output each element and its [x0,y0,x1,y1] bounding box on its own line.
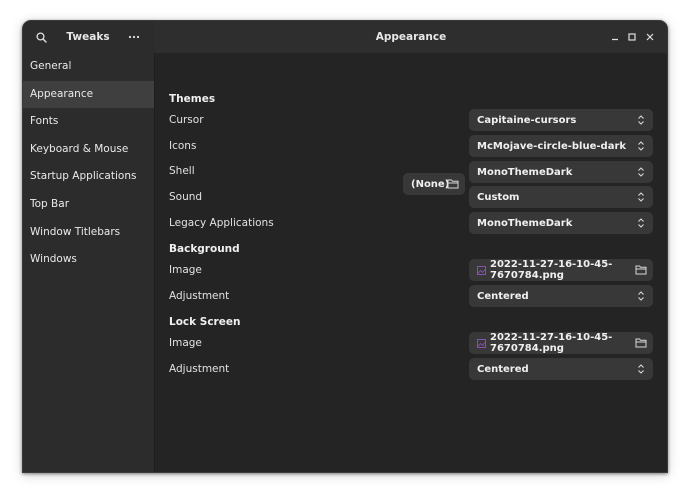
sidebar: General Appearance Fonts Keyboard & Mous… [23,53,155,472]
minimize-icon [612,38,618,41]
icons-label: Icons [169,140,197,152]
shell-value: MonoThemeDark [477,166,573,178]
maximize-icon [628,33,636,41]
chevron-up-down-icon [638,192,644,202]
lock-screen-adjustment-value: Centered [477,363,529,375]
folder-icon [635,338,647,348]
close-button[interactable] [639,26,661,48]
sidebar-item-top-bar[interactable]: Top Bar [23,191,154,219]
search-icon [35,31,47,43]
themes-section-title: Themes [169,93,216,105]
chevron-up-down-icon [638,115,644,125]
tweaks-window: Tweaks Appearance General Appearance Fon… [22,20,668,473]
chevron-up-down-icon [638,141,644,151]
cursor-label: Cursor [169,114,204,126]
shell-extension-value: (None) [411,178,450,190]
chevron-up-down-icon [638,167,644,177]
shell-extension-file-button[interactable]: (None) [403,173,465,195]
sidebar-item-windows[interactable]: Windows [23,246,154,274]
lock-screen-image-value: 2022-11-27-16-10-45-7670784.png [490,332,613,354]
shell-combo[interactable]: MonoThemeDark [469,161,653,183]
image-file-icon [477,338,486,348]
app-title: Tweaks [66,31,110,43]
chevron-up-down-icon [638,364,644,374]
sidebar-item-startup-applications[interactable]: Startup Applications [23,163,154,191]
cursor-combo[interactable]: Capitaine-cursors [469,109,653,131]
close-icon [646,33,654,41]
sidebar-item-fonts[interactable]: Fonts [23,108,154,136]
headerbar: Tweaks Appearance [23,21,667,53]
main-menu-button[interactable] [123,26,145,48]
lock-screen-image-label: Image [169,337,202,349]
cursor-value: Capitaine-cursors [477,114,577,126]
page-title: Appearance [375,31,447,43]
legacy-applications-value: MonoThemeDark [477,217,573,229]
sidebar-item-keyboard-mouse[interactable]: Keyboard & Mouse [23,136,154,164]
chevron-up-down-icon [638,218,644,228]
sound-label: Sound [169,191,203,203]
folder-icon [635,265,647,275]
sound-value: Custom [477,191,520,203]
icons-combo[interactable]: McMojave-circle-blue-dark [469,135,653,157]
sidebar-item-general[interactable]: General [23,53,154,81]
legacy-applications-combo[interactable]: MonoThemeDark [469,212,653,234]
sound-combo[interactable]: Custom [469,186,653,208]
chevron-up-down-icon [638,291,644,301]
background-image-value: 2022-11-27-16-10-45-7670784.png [490,259,613,281]
sidebar-item-window-titlebars[interactable]: Window Titlebars [23,219,154,247]
background-image-label: Image [169,264,202,276]
shell-label: Shell [169,165,195,177]
background-adjustment-value: Centered [477,290,529,302]
sidebar-item-appearance[interactable]: Appearance [23,80,154,109]
image-file-icon [477,265,486,275]
more-horizontal-icon [128,35,140,39]
search-button[interactable] [30,26,52,48]
lock-screen-section-title: Lock Screen [169,316,241,328]
folder-icon [447,179,459,189]
lock-screen-adjustment-combo[interactable]: Centered [469,358,653,380]
lock-screen-image-button[interactable]: 2022-11-27-16-10-45-7670784.png [469,332,653,354]
lock-screen-adjustment-label: Adjustment [169,363,230,375]
icons-value: McMojave-circle-blue-dark [477,140,627,152]
background-image-button[interactable]: 2022-11-27-16-10-45-7670784.png [469,259,653,281]
background-adjustment-combo[interactable]: Centered [469,285,653,307]
legacy-applications-label: Legacy Applications [169,217,274,229]
background-section-title: Background [169,243,240,255]
appearance-panel: Themes Cursor Capitaine-cursors Icons Mc… [155,53,667,472]
background-adjustment-label: Adjustment [169,290,230,302]
